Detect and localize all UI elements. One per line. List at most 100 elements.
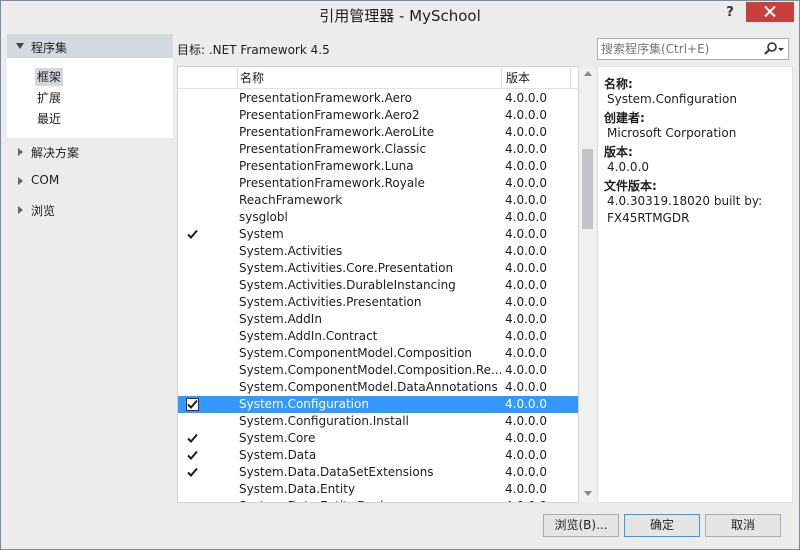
table-row[interactable]: System.Activities 4.0.0.0 [178,243,578,260]
checkbox-unchecked[interactable] [186,92,199,105]
sidebar-item-solution[interactable]: 解决方案 [7,141,173,163]
checkbox-unchecked[interactable] [186,211,199,224]
row-name: System.AddIn [239,312,322,326]
row-version: 4.0.0.0 [505,193,547,207]
sidebar-item-browse[interactable]: 浏览 [7,199,173,221]
list-rows: PresentationFramework.Aero 4.0.0.0 Present… [178,90,578,503]
sidebar-section-assemblies[interactable]: 程序集 [7,34,173,58]
table-row[interactable]: System.Activities.DurableInstancing 4.0.0… [178,277,578,294]
checkbox-unchecked[interactable] [186,126,199,139]
table-row[interactable]: PresentationFramework.Aero2 4.0.0.0 [178,107,578,124]
table-row[interactable]: sysglobl 4.0.0.0 [178,209,578,226]
sidebar-item-recent[interactable]: 最近 [35,110,63,128]
checkbox-checked[interactable] [186,432,199,445]
table-row[interactable]: System.Data 4.0.0.0 [178,447,578,464]
scroll-up-icon[interactable] [584,71,592,76]
table-row[interactable]: System.Activities.Core.Presentation 4.0.0… [178,260,578,277]
checkbox-unchecked[interactable] [186,279,199,292]
table-row[interactable]: PresentationFramework.Luna 4.0.0.0 [178,158,578,175]
sidebar-item-extensions[interactable]: 扩展 [35,89,63,107]
title-bar[interactable]: 引用管理器 - MySchool ? [1,1,799,31]
checkbox-unchecked[interactable] [186,160,199,173]
row-name: System.Activities.Presentation [239,295,422,309]
checkbox-unchecked[interactable] [186,245,199,258]
checkbox-unchecked[interactable] [186,194,199,207]
row-version: 4.0.0.0 [505,244,547,258]
table-row[interactable]: System.Data.Entity 4.0.0.0 [178,481,578,498]
row-version: 4.0.0.0 [505,329,547,343]
table-row[interactable]: System.Configuration.Install 4.0.0.0 [178,413,578,430]
window-title: 引用管理器 - MySchool [319,7,481,25]
ok-button[interactable]: 确定 [624,514,700,537]
table-row[interactable]: System.ComponentModel.DataAnnotations 4.0… [178,379,578,396]
row-name: System.Data [239,448,317,462]
table-row[interactable]: System.Data.DataSetExtensions 4.0.0.0 [178,464,578,481]
table-row[interactable]: System.Activities.Presentation 4.0.0.0 [178,294,578,311]
row-name: PresentationFramework.Luna [239,159,414,173]
checkbox-unchecked[interactable] [186,262,199,275]
checkbox-unchecked[interactable] [186,177,199,190]
row-version: 4.0.0.0 [505,414,547,428]
browse-button[interactable]: 浏览(B)... [543,514,619,537]
detail-version-value: 4.0.0.0 [607,160,649,174]
sidebar-item-com[interactable]: COM [7,170,173,192]
row-version: 4.0.0.0 [505,498,547,502]
table-row[interactable]: PresentationFramework.Royale 4.0.0.0 [178,175,578,192]
checkbox-unchecked[interactable] [186,415,199,428]
collapsed-arrow-icon [18,206,23,214]
detail-creator-value: Microsoft Corporation [607,126,737,140]
checkbox-unchecked[interactable] [186,347,199,360]
sidebar-item-framework[interactable]: 框架 [35,68,64,86]
sidebar-item-label: 浏览 [31,204,56,218]
row-name: PresentationFramework.Classic [239,142,427,156]
checkbox-unchecked[interactable] [186,500,199,503]
help-button[interactable]: ? [717,3,743,23]
checkbox-unchecked[interactable] [186,364,199,377]
assembly-list[interactable]: 名称 版本 PresentationFramework.Aero 4.0.0.0 P… [177,66,579,503]
row-name: sysglobl [239,210,288,224]
row-name: System.Data.Entity [239,482,356,496]
scrollbar-thumb[interactable] [582,149,593,229]
row-name: ReachFramework [239,193,343,207]
checkbox-unchecked[interactable] [186,381,199,394]
table-row[interactable]: System.ComponentModel.Composition 4.0.0.0 [178,345,578,362]
table-row[interactable]: ReachFramework 4.0.0.0 [178,192,578,209]
scroll-down-icon[interactable] [584,491,592,496]
row-version: 4.0.0.0 [505,312,547,326]
search-box[interactable] [597,38,789,60]
table-row[interactable]: System.Core 4.0.0.0 [178,430,578,447]
search-icon[interactable] [764,42,784,56]
checkbox-checked[interactable] [186,449,199,462]
checkbox-unchecked[interactable] [186,313,199,326]
table-row[interactable]: System.AddIn.Contract 4.0.0.0 [178,328,578,345]
close-button[interactable] [746,2,794,22]
row-name: System.ComponentModel.Composition [239,346,473,360]
reference-manager-window: 引用管理器 - MySchool ? 程序集 框架 扩展 最近 解决方案 COM [0,0,800,550]
checkbox-checked[interactable] [186,228,199,241]
checkbox-checked[interactable] [186,466,199,479]
row-name: System.Data.DataSetExtensions [239,465,434,479]
checkbox-unchecked[interactable] [186,143,199,156]
table-row[interactable]: System.Data.Entity.Design 4.0.0.0 [178,498,578,503]
list-scrollbar[interactable] [579,67,596,502]
checkbox-unchecked[interactable] [186,330,199,343]
row-version: 4.0.0.0 [505,295,547,309]
table-row[interactable]: PresentationFramework.Classic 4.0.0.0 [178,141,578,158]
column-header-name[interactable]: 名称 [237,67,501,89]
collapsed-arrow-icon [18,148,23,156]
table-row[interactable]: System 4.0.0.0 [178,226,578,243]
checkbox-unchecked[interactable] [186,109,199,122]
cancel-button[interactable]: 取消 [705,514,781,537]
table-row[interactable]: PresentationFramework.AeroLite 4.0.0.0 [178,124,578,141]
table-row[interactable]: PresentationFramework.Aero 4.0.0.0 [178,90,578,107]
table-row[interactable]: System.ComponentModel.Composition.Re... 4… [178,362,578,379]
row-name: PresentationFramework.Aero [239,91,412,105]
column-header-version[interactable]: 版本 [501,67,571,89]
checkbox-unchecked[interactable] [186,296,199,309]
table-row[interactable]: System.Configuration 4.0.0.0 [178,396,578,413]
checkbox-unchecked[interactable] [186,483,199,496]
table-row[interactable]: System.AddIn 4.0.0.0 [178,311,578,328]
detail-file-version-value: 4.0.30319.18020 built by: [607,194,763,208]
checkbox-checked[interactable] [186,398,199,411]
search-input[interactable] [601,41,761,57]
